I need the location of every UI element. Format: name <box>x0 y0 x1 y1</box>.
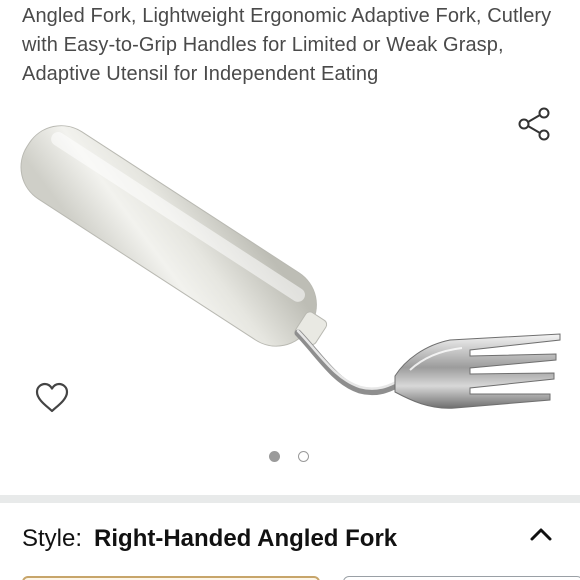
angled-fork-image <box>20 125 561 409</box>
style-option-selected[interactable] <box>22 576 320 580</box>
wishlist-button[interactable] <box>32 378 72 418</box>
section-divider <box>0 495 580 503</box>
image-pagination <box>268 450 318 466</box>
style-option[interactable] <box>343 576 580 580</box>
chevron-up-icon <box>530 528 552 541</box>
style-label: Style: <box>22 525 83 552</box>
pagination-dot[interactable] <box>298 451 309 462</box>
product-detail-page: Angled Fork, Lightweight Ergonomic Adapt… <box>0 0 580 580</box>
pagination-dot-active[interactable] <box>269 451 280 462</box>
style-selector-header[interactable]: Style: Right-Handed Angled Fork <box>22 520 562 560</box>
heart-outline-icon <box>35 382 69 413</box>
style-selected-value: Right-Handed Angled Fork <box>94 525 398 552</box>
product-title: Angled Fork, Lightweight Ergonomic Adapt… <box>22 5 552 85</box>
share-icon <box>518 107 550 141</box>
collapse-style-button[interactable] <box>525 518 557 550</box>
share-button[interactable] <box>514 104 554 144</box>
product-image[interactable] <box>0 98 580 438</box>
